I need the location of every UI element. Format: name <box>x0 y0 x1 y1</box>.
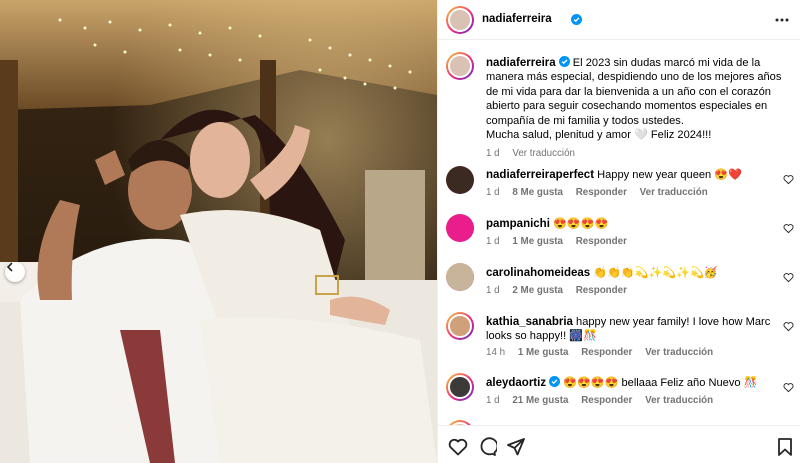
comment-like-heart-icon[interactable] <box>783 382 794 393</box>
comment-item: pampanichi 😍😍😍😍 <box>486 217 776 231</box>
comment-reply-button[interactable]: Responder <box>581 395 632 406</box>
comment-avatar[interactable] <box>446 214 474 242</box>
author-avatar[interactable] <box>446 6 474 34</box>
comment-likes[interactable]: 2 Me gusta <box>512 285 563 296</box>
comment-username[interactable]: pampanichi <box>486 218 550 230</box>
verified-badge-icon <box>549 376 561 387</box>
comment-likes[interactable]: 1 Me gusta <box>512 236 563 247</box>
comment-likes[interactable]: 21 Me gusta <box>512 395 568 406</box>
comment-text: 😍😍😍😍 <box>553 218 609 230</box>
caption-author-username[interactable]: nadiaferreira <box>486 57 556 69</box>
comment-username[interactable]: kathia_sanabria <box>486 316 573 328</box>
comment-username[interactable]: nadiaferreiraperfect <box>486 169 594 181</box>
comment-avatar[interactable] <box>446 373 474 401</box>
comment-time: 1 d <box>486 187 500 198</box>
post-photo[interactable] <box>0 0 437 463</box>
paper-plane-icon[interactable] <box>506 437 526 457</box>
comment-meta: 1 d 1 Me gusta Responder <box>486 236 637 247</box>
comment-translate-link[interactable]: Ver traducción <box>645 347 713 358</box>
comment-item: carolinahomeideas 👏👏👏💫✨💫✨💫🥳 <box>486 266 776 280</box>
caption-text-2: Mucha salud, plenitud y amor 🤍 Feliz 202… <box>486 129 712 142</box>
comment-reply-button[interactable]: Responder <box>576 285 627 296</box>
comment-translate-link[interactable]: Ver traducción <box>640 187 708 198</box>
comment-text: 😍😍😍😍 bellaaa Feliz año Nuevo 🎊 <box>563 377 758 389</box>
comment-time: 14 h <box>486 347 506 358</box>
comment-item: aleydaortiz 😍😍😍😍 bellaaa Feliz año Nuevo… <box>486 376 776 390</box>
caption-time: 1 d <box>486 148 500 160</box>
post-side-panel: nadiaferreira nadiaferreira El 2023 sin … <box>437 0 800 463</box>
comment-likes[interactable]: 1 Me gusta <box>518 347 569 358</box>
comment-meta: 1 d 21 Me gusta Responder Ver traducción <box>486 395 723 406</box>
more-options-button[interactable] <box>773 11 791 29</box>
comment-time: 1 d <box>486 236 500 247</box>
comment-reply-button[interactable]: Responder <box>576 236 627 247</box>
heart-icon[interactable] <box>448 437 468 457</box>
caption-meta: 1 d Ver traducción <box>486 147 791 161</box>
comment-likes[interactable]: 8 Me gusta <box>512 187 563 198</box>
comment-like-heart-icon[interactable] <box>783 174 794 185</box>
comment-username[interactable]: carolinahomeideas <box>486 267 590 279</box>
comment-avatar[interactable] <box>446 166 474 194</box>
comment-like-heart-icon[interactable] <box>783 223 794 234</box>
comment-avatar[interactable] <box>446 312 474 340</box>
comment-time: 1 d <box>486 285 500 296</box>
comment-like-heart-icon[interactable] <box>783 321 794 332</box>
post-header: nadiaferreira <box>438 0 800 40</box>
previous-image-button[interactable] <box>5 262 25 282</box>
comment-time: 1 d <box>486 395 500 406</box>
comment-avatar[interactable] <box>446 263 474 291</box>
verified-badge-icon <box>571 14 582 25</box>
caption-translate-link[interactable]: Ver traducción <box>512 148 575 159</box>
chevron-left-icon <box>6 262 13 272</box>
verified-badge-icon <box>558 56 570 67</box>
comment-text: 👏👏👏💫✨💫✨💫🥳 <box>593 267 718 279</box>
comment-translate-link[interactable]: Ver traducción <box>645 395 713 406</box>
caption-author-avatar[interactable] <box>446 52 474 80</box>
comment-like-heart-icon[interactable] <box>783 272 794 283</box>
comment-text: Happy new year queen 😍❤️ <box>597 169 742 181</box>
post-actions-bar <box>438 425 800 463</box>
bookmark-icon[interactable] <box>775 437 795 457</box>
author-username[interactable]: nadiaferreira <box>482 13 552 25</box>
comment-item: nadiaferreiraperfect Happy new year quee… <box>486 168 776 182</box>
post-caption: nadiaferreira El 2023 sin dudas marcó mi… <box>486 56 791 162</box>
comment-meta: 1 d 2 Me gusta Responder <box>486 285 637 296</box>
comment-reply-button[interactable]: Responder <box>576 187 627 198</box>
comment-username[interactable]: aleydaortiz <box>486 377 546 389</box>
comment-icon[interactable] <box>477 437 497 457</box>
comment-meta: 14 h 1 Me gusta Responder Ver traducción <box>486 347 723 358</box>
comment-meta: 1 d 8 Me gusta Responder Ver traducción <box>486 187 718 198</box>
comment-item: kathia_sanabria happy new year family! I… <box>486 315 776 344</box>
comment-reply-button[interactable]: Responder <box>581 347 632 358</box>
post-image <box>0 0 437 463</box>
